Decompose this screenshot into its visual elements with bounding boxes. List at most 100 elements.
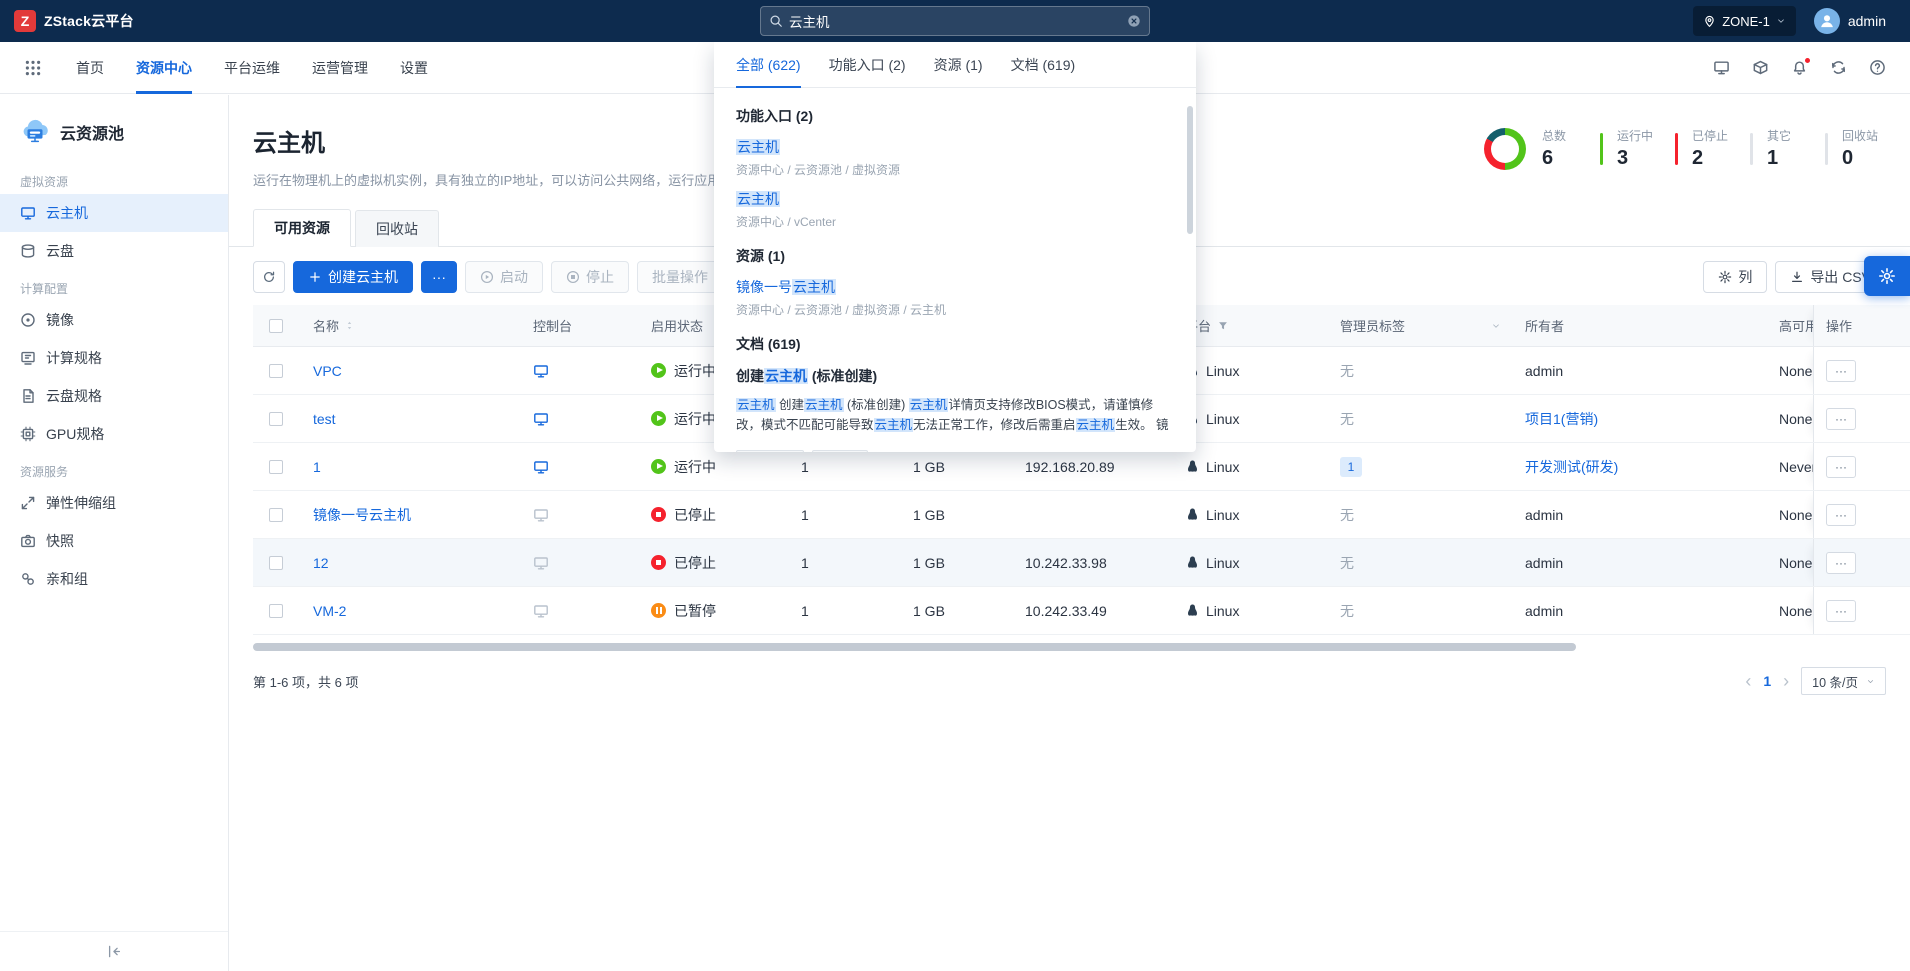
- vm-name-link[interactable]: 1: [313, 459, 321, 475]
- refresh-button[interactable]: [253, 261, 285, 293]
- search-result-item[interactable]: 云主机资源中心 / vCenter: [736, 189, 1174, 230]
- search-result-breadcrumb: 资源中心 / 云资源池 / 虚拟资源 / 云主机: [736, 301, 1174, 318]
- row-actions-button[interactable]: ···: [1826, 456, 1856, 478]
- sidebar-item-volume[interactable]: 云盘: [0, 232, 228, 270]
- nav-item-operations[interactable]: 运营管理: [312, 42, 368, 94]
- user-menu[interactable]: admin: [1814, 8, 1886, 34]
- sidebar-item-snapshot[interactable]: 快照: [0, 522, 228, 560]
- play-icon: [480, 270, 494, 284]
- notifications-icon[interactable]: [1791, 59, 1808, 76]
- col-header-check[interactable]: [253, 305, 301, 346]
- vm-name-link[interactable]: VPC: [313, 363, 342, 379]
- stat-label: 总数: [1542, 127, 1586, 144]
- scrollbar-thumb[interactable]: [253, 643, 1576, 651]
- search-result-item[interactable]: 镜像一号云主机资源中心 / 云资源池 / 虚拟资源 / 云主机: [736, 277, 1174, 318]
- vm-name-link[interactable]: 12: [313, 555, 329, 571]
- owner-link[interactable]: 项目1(营销): [1525, 409, 1598, 429]
- current-page[interactable]: 1: [1763, 673, 1771, 689]
- vm-name-link[interactable]: test: [313, 411, 336, 427]
- more-actions-button[interactable]: ···: [421, 261, 457, 293]
- clear-search-icon[interactable]: [1127, 14, 1141, 28]
- filter-icon[interactable]: [1217, 320, 1229, 332]
- snippet-text: 云主机 创建云主机 (标准创建) 云主机详情页支持修改BIOS模式，请谨慎修改，…: [736, 398, 1169, 437]
- nav-item-platform-ops[interactable]: 平台运维: [224, 42, 280, 94]
- doc-tag[interactable]: 云主机: [812, 450, 868, 452]
- doc-tag[interactable]: 产品功能: [736, 450, 804, 452]
- start-button[interactable]: 启动: [465, 261, 543, 293]
- sidebar-item-instance-offering[interactable]: 计算规格: [0, 339, 228, 377]
- row-checkbox[interactable]: [269, 604, 283, 618]
- search-result-title[interactable]: 云主机: [736, 189, 1174, 209]
- owner-link[interactable]: 开发测试(研发): [1525, 457, 1618, 477]
- tag-chip[interactable]: 1: [1340, 457, 1362, 477]
- widget-settings-button[interactable]: [1864, 256, 1910, 296]
- vm-name-link[interactable]: 镜像一号云主机: [313, 505, 411, 525]
- row-actions-button[interactable]: ···: [1826, 552, 1856, 574]
- row-actions-button[interactable]: ···: [1826, 408, 1856, 430]
- tab-available[interactable]: 可用资源: [253, 209, 351, 247]
- search-tab-resources[interactable]: 资源 (1): [934, 42, 983, 88]
- sidebar-item-vm[interactable]: 云主机: [0, 194, 228, 232]
- ha-cell: None: [1767, 539, 1813, 586]
- horizontal-scrollbar[interactable]: [253, 643, 1886, 651]
- help-icon[interactable]: [1869, 59, 1886, 76]
- columns-button[interactable]: 列: [1703, 261, 1767, 293]
- select-all-checkbox[interactable]: [269, 319, 283, 333]
- row-checkbox[interactable]: [269, 412, 283, 426]
- stop-button[interactable]: 停止: [551, 261, 629, 293]
- col-header-platform[interactable]: 平台: [1173, 305, 1328, 346]
- console-icon[interactable]: [533, 411, 549, 427]
- collapse-sidebar-icon[interactable]: [107, 944, 122, 959]
- doc-result-title[interactable]: 创建云主机 (标准创建): [736, 366, 1174, 386]
- row-checkbox[interactable]: [269, 556, 283, 570]
- search-tab-all[interactable]: 全部 (622): [736, 42, 801, 88]
- row-actions-button[interactable]: ···: [1826, 504, 1856, 526]
- row-actions-button[interactable]: ···: [1826, 360, 1856, 382]
- toolbox-icon[interactable]: [1752, 59, 1769, 76]
- global-search-box[interactable]: [760, 6, 1150, 36]
- vm-name-link[interactable]: VM-2: [313, 603, 346, 619]
- nav-item-home[interactable]: 首页: [76, 42, 104, 94]
- row-checkbox[interactable]: [269, 460, 283, 474]
- sync-icon[interactable]: [1830, 59, 1847, 76]
- row-actions-button[interactable]: ···: [1826, 600, 1856, 622]
- sidebar-item-image[interactable]: 镜像: [0, 301, 228, 339]
- col-header-ha: 高可用: [1767, 305, 1813, 346]
- chevron-down-icon[interactable]: [1491, 321, 1501, 331]
- tag-none: 无: [1340, 601, 1354, 621]
- search-result-item[interactable]: 云主机资源中心 / 云资源池 / 虚拟资源: [736, 137, 1174, 178]
- apps-grid-icon[interactable]: [24, 59, 42, 77]
- page-size-select[interactable]: 10 条/页: [1801, 667, 1886, 695]
- search-input[interactable]: [789, 14, 1121, 29]
- platform-cell: Linux: [1173, 347, 1328, 394]
- prev-page-button[interactable]: ‹: [1745, 672, 1751, 690]
- actions-cell: ···: [1813, 587, 1910, 634]
- sort-carets-icon[interactable]: [344, 320, 355, 331]
- console-icon[interactable]: [533, 459, 549, 475]
- sidebar-item-autoscaling-group[interactable]: 弹性伸缩组: [0, 484, 228, 522]
- platform-label: Linux: [1206, 363, 1239, 379]
- actions-cell: ···: [1813, 347, 1910, 394]
- nav-item-settings[interactable]: 设置: [400, 42, 428, 94]
- tab-recycle-bin[interactable]: 回收站: [355, 210, 439, 247]
- zone-selector[interactable]: ZONE-1: [1693, 6, 1796, 36]
- console-screen-icon[interactable]: [1713, 59, 1730, 76]
- search-result-title[interactable]: 镜像一号云主机: [736, 277, 1174, 297]
- sidebar-item-gpu-offering[interactable]: GPU规格: [0, 415, 228, 453]
- sidebar-item-affinity-group[interactable]: 亲和组: [0, 560, 228, 598]
- search-result-title[interactable]: 云主机: [736, 137, 1174, 157]
- next-page-button[interactable]: ›: [1783, 672, 1789, 690]
- sidebar-item-volume-offering[interactable]: 云盘规格: [0, 377, 228, 415]
- nav-items: 首页资源中心平台运维运营管理设置: [76, 42, 428, 94]
- row-checkbox[interactable]: [269, 364, 283, 378]
- col-header-name[interactable]: 名称: [301, 305, 521, 346]
- search-tab-docs[interactable]: 文档 (619): [1011, 42, 1076, 88]
- nav-item-resource-center[interactable]: 资源中心: [136, 42, 192, 94]
- console-icon[interactable]: [533, 363, 549, 379]
- row-checkbox[interactable]: [269, 508, 283, 522]
- sidebar-item-label: 快照: [46, 531, 74, 551]
- owner-label: admin: [1525, 555, 1563, 571]
- search-tab-entries[interactable]: 功能入口 (2): [829, 42, 906, 88]
- panel-scrollbar-thumb[interactable]: [1187, 106, 1193, 234]
- create-vm-button[interactable]: 创建云主机: [293, 261, 413, 293]
